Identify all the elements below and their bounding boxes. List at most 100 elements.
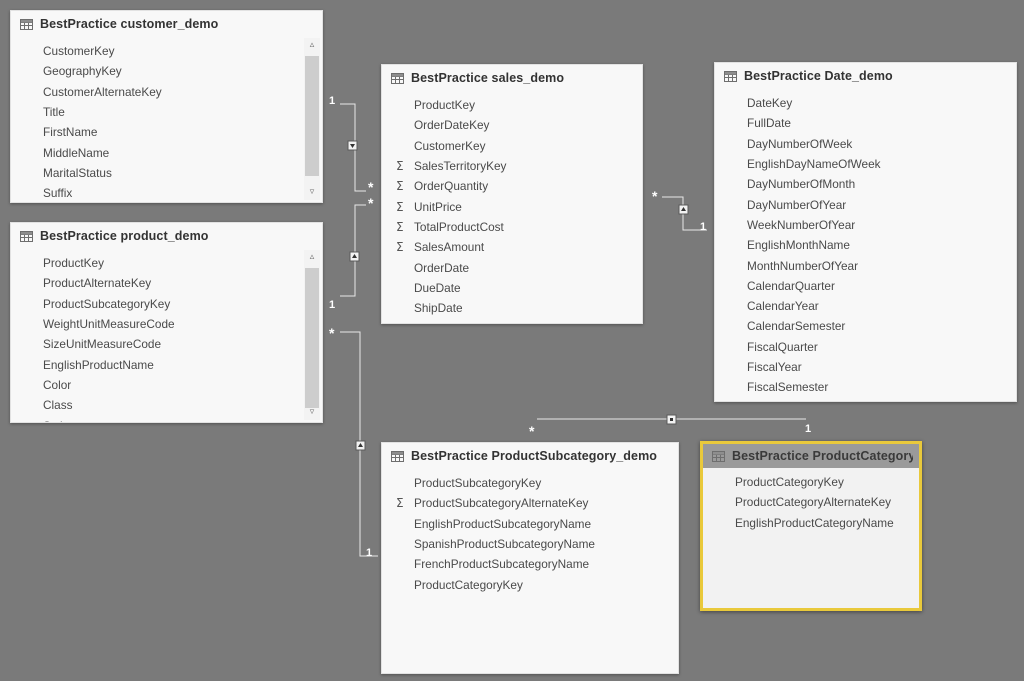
field-row[interactable]: ΣProductAlternateKey [11,273,322,293]
table-header-sales[interactable]: BestPractice sales_demo [382,65,642,91]
field-row[interactable]: ΣEnglishProductName [11,354,322,374]
field-name: UnitPrice [414,199,462,214]
field-list-subcategory: ΣProductSubcategoryKeyΣProductSubcategor… [382,469,678,595]
table-header-date[interactable]: BestPractice Date_demo [715,63,1016,89]
relationship-customer-to-sales [340,103,366,192]
field-row[interactable]: ΣDayNumberOfMonth [715,174,1016,194]
table-card-subcategory[interactable]: BestPractice ProductSubcategory_demoΣPro… [381,442,679,674]
scroll-down-chevron-icon[interactable]: ▿ [304,405,320,420]
field-row[interactable]: ΣProductCategoryKey [382,574,678,594]
field-row[interactable]: ΣMonthNumberOfYear [715,255,1016,275]
table-card-date[interactable]: BestPractice Date_demoΣDateKeyΣFullDateΣ… [714,62,1017,402]
field-row[interactable]: ΣFiscalQuarter [715,337,1016,357]
field-name: CustomerAlternateKey [43,84,162,99]
field-name: ProductKey [414,98,475,113]
field-row[interactable]: ΣCustomerKey [382,136,642,156]
table-header-subcategory[interactable]: BestPractice ProductSubcategory_demo [382,443,678,469]
field-row[interactable]: ΣEnglishProductCategoryName [703,513,919,533]
field-row[interactable]: ΣDayNumberOfWeek [715,134,1016,154]
table-grid-icon [724,70,737,82]
field-row[interactable]: Σ ProductSubcategoryAlternateKey [382,493,678,513]
field-name: DayNumberOfMonth [747,177,856,192]
table-card-product[interactable]: BestPractice product_demoΣProductKeyΣPro… [10,222,323,423]
table-card-sales[interactable]: BestPractice sales_demoΣProductKeyΣOrder… [381,64,643,324]
vertical-scrollbar-customer[interactable]: ▵ ▿ [304,38,320,200]
field-row[interactable]: ΣProductSubcategoryKey [382,473,678,493]
field-row[interactable]: ΣProductCategoryKey [703,472,919,492]
field-row[interactable]: ΣTitle [11,102,322,122]
model-view-canvas[interactable]: 1**1*1*1*1 BestPractice customer_demoΣCu… [0,0,1024,681]
scrollbar-thumb[interactable] [305,56,319,176]
field-row[interactable]: ΣShipDate [382,298,642,318]
field-row[interactable]: ΣSizeUnitMeasureCode [11,334,322,354]
table-header-customer[interactable]: BestPractice customer_demo [11,11,322,37]
field-row[interactable]: ΣEnglishMonthName [715,235,1016,255]
field-name: ProductCategoryAlternateKey [735,495,892,510]
field-name: GeographyKey [43,64,122,79]
field-row[interactable]: ΣSuffix [11,183,322,202]
field-row[interactable]: ΣOrderDate [382,257,642,277]
field-name: TotalProductCost [414,219,504,234]
field-name: OrderDateKey [414,118,490,133]
field-name: ProductSubcategoryKey [43,296,171,311]
field-name: EnglishDayNameOfWeek [747,157,881,172]
field-row[interactable]: ΣFiscalYear [715,357,1016,377]
field-row[interactable]: ΣEnglishDayNameOfWeek [715,154,1016,174]
field-name: ProductCategoryKey [735,475,844,490]
field-row[interactable]: Σ TotalProductCost [382,217,642,237]
field-row[interactable]: ΣClass [11,395,322,415]
field-row[interactable]: Σ UnitPrice [382,196,642,216]
field-row[interactable]: ΣFrenchProductSubcategoryName [382,554,678,574]
field-row[interactable]: ΣCalendarYear [715,296,1016,316]
table-header-category[interactable]: BestPractice ProductCategory_de [703,444,919,468]
field-row[interactable]: ΣFiscalSemester [715,377,1016,397]
field-row[interactable]: ΣStyle [11,415,322,422]
field-row[interactable]: ΣFirstName [11,122,322,142]
scroll-up-chevron-icon[interactable]: ▵ [304,250,320,265]
cardinality-label: * [652,188,658,204]
field-row[interactable]: ΣProductCategoryAlternateKey [703,492,919,512]
field-row[interactable]: ΣEnglishProductSubcategoryName [382,514,678,534]
field-name: Title [43,105,65,120]
cardinality-label: 1 [366,547,373,559]
field-list-date: ΣDateKeyΣFullDateΣDayNumberOfWeekΣEnglis… [715,89,1016,397]
field-row[interactable]: ΣCustomerAlternateKey [11,82,322,102]
field-list-category: ΣProductCategoryKeyΣProductCategoryAlter… [703,468,919,533]
field-row[interactable]: ΣColor [11,375,322,395]
field-row[interactable]: ΣCalendarQuarter [715,276,1016,296]
field-row[interactable]: ΣWeekNumberOfYear [715,215,1016,235]
scroll-up-chevron-icon[interactable]: ▵ [304,38,320,53]
table-title-sales: BestPractice sales_demo [411,71,565,85]
field-name: EnglishMonthName [747,238,850,253]
scrollbar-thumb[interactable] [305,268,319,408]
field-row[interactable]: ΣOrderDateKey [382,115,642,135]
field-row[interactable]: ΣProductKey [11,253,322,273]
field-row[interactable]: ΣDayNumberOfYear [715,194,1016,214]
field-row[interactable]: ΣCustomerKey [11,41,322,61]
table-header-product[interactable]: BestPractice product_demo [11,223,322,249]
field-row[interactable]: ΣWeightUnitMeasureCode [11,314,322,334]
field-name: Suffix [43,186,73,201]
field-row[interactable]: ΣProductKey [382,95,642,115]
field-row[interactable]: Σ SalesTerritoryKey [382,156,642,176]
field-row[interactable]: ΣMiddleName [11,142,322,162]
field-name: DayNumberOfYear [747,197,847,212]
field-name: CustomerKey [414,138,486,153]
field-row[interactable]: ΣCalendarSemester [715,316,1016,336]
field-row[interactable]: ΣMaritalStatus [11,163,322,183]
vertical-scrollbar-product[interactable]: ▵ ▿ [304,250,320,420]
field-row[interactable]: ΣFullDate [715,113,1016,133]
field-row[interactable]: ΣGeographyKey [11,61,322,81]
field-row[interactable]: ΣDueDate [382,278,642,298]
field-row[interactable]: ΣDateKey [715,93,1016,113]
table-card-category[interactable]: BestPractice ProductCategory_de ΣProductC… [700,441,922,611]
field-row[interactable]: Σ SalesAmount [382,237,642,257]
field-row[interactable]: ΣSpanishProductSubcategoryName [382,534,678,554]
scroll-down-chevron-icon[interactable]: ▿ [304,185,320,200]
sigma-aggregate-icon: Σ [396,219,404,234]
table-grid-icon [391,450,404,462]
field-row[interactable]: ΣProductSubcategoryKey [11,294,322,314]
field-row[interactable]: Σ OrderQuantity [382,176,642,196]
table-grid-icon [20,230,33,242]
table-card-customer[interactable]: BestPractice customer_demo ΣCustomerKeyΣG… [10,10,323,203]
